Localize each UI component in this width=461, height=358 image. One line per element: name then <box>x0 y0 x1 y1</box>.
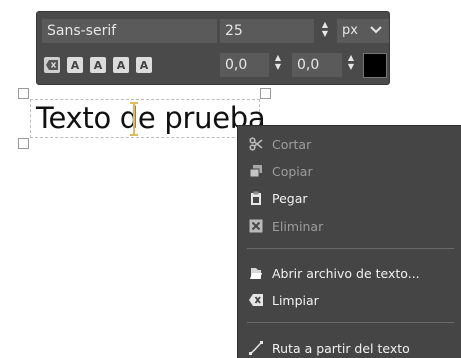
italic-button[interactable]: A <box>90 57 106 73</box>
menu-item-copy[interactable]: Copiar <box>238 160 461 182</box>
underline-button[interactable]: A <box>113 57 129 73</box>
copy-icon <box>249 164 263 178</box>
menu-item-label: Copiar <box>272 163 313 179</box>
menu-item-cut[interactable]: Cortar <box>238 133 461 155</box>
clear-style-icon <box>46 60 58 70</box>
clear-style-button[interactable] <box>44 57 60 73</box>
menu-item-paste[interactable]: Pegar <box>238 187 461 209</box>
kerning-field[interactable]: 0,0 <box>292 53 342 77</box>
menu-item-label: Eliminar <box>272 218 324 234</box>
spin-down-icon[interactable]: ▼ <box>342 62 360 71</box>
spin-down-icon[interactable]: ▼ <box>269 62 287 71</box>
resize-handle-bottom-left[interactable] <box>18 138 29 149</box>
open-file-icon <box>249 266 263 280</box>
menu-separator <box>247 322 454 323</box>
path-icon <box>249 341 263 355</box>
bold-button[interactable]: A <box>67 57 83 73</box>
menu-item-delete[interactable]: Eliminar <box>238 215 461 237</box>
size-unit-select[interactable]: px <box>337 19 389 43</box>
font-family-field[interactable]: Sans-serif <box>42 19 217 43</box>
baseline-field[interactable]: 0,0 <box>220 53 269 77</box>
spin-up-icon[interactable]: ▲ <box>342 53 360 62</box>
menu-item-path-from-text[interactable]: Ruta a partir del texto <box>238 337 461 358</box>
size-unit-label: px <box>342 23 358 38</box>
baseline-spinner[interactable]: ▲ ▼ <box>269 53 287 77</box>
menu-item-open-text-file[interactable]: Abrir archivo de texto... <box>238 262 461 284</box>
menu-item-label: Abrir archivo de texto... <box>272 265 420 281</box>
menu-item-label: Cortar <box>272 136 312 152</box>
text-cursor <box>130 102 138 136</box>
text-tool-workspace: Sans-serif 25 ▲ ▼ px A A A A 0,0 ▲ ▼ 0,0… <box>0 0 461 358</box>
font-size-field[interactable]: 25 <box>220 19 314 43</box>
resize-handle-top-right[interactable] <box>260 88 271 99</box>
spin-up-icon[interactable]: ▲ <box>316 20 334 29</box>
spin-up-icon[interactable]: ▲ <box>269 53 287 62</box>
text-style-toolbar: Sans-serif 25 ▲ ▼ px A A A A 0,0 ▲ ▼ 0,0… <box>36 11 390 85</box>
spin-down-icon[interactable]: ▼ <box>316 29 334 38</box>
menu-item-label: Limpiar <box>272 292 319 308</box>
clear-icon <box>249 293 263 307</box>
delete-icon <box>249 219 263 233</box>
resize-handle-top-left[interactable] <box>18 88 29 99</box>
font-size-spinner[interactable]: ▲ ▼ <box>316 20 334 44</box>
text-color-swatch[interactable] <box>363 53 387 78</box>
menu-item-label: Ruta a partir del texto <box>272 340 410 356</box>
menu-separator <box>247 248 454 249</box>
canvas-text[interactable]: Texto de prueba <box>36 101 266 135</box>
scissors-icon <box>249 137 263 151</box>
menu-item-label: Pegar <box>272 190 308 206</box>
chevron-down-icon <box>370 26 382 34</box>
paste-icon <box>249 191 263 205</box>
text-style-buttons: A A A A <box>42 53 169 77</box>
menu-item-clear[interactable]: Limpiar <box>238 289 461 311</box>
kerning-spinner[interactable]: ▲ ▼ <box>342 53 360 77</box>
strikethrough-button[interactable]: A <box>136 57 152 73</box>
context-menu: Cortar Copiar Pegar Eliminar Abrir archi… <box>237 125 461 358</box>
